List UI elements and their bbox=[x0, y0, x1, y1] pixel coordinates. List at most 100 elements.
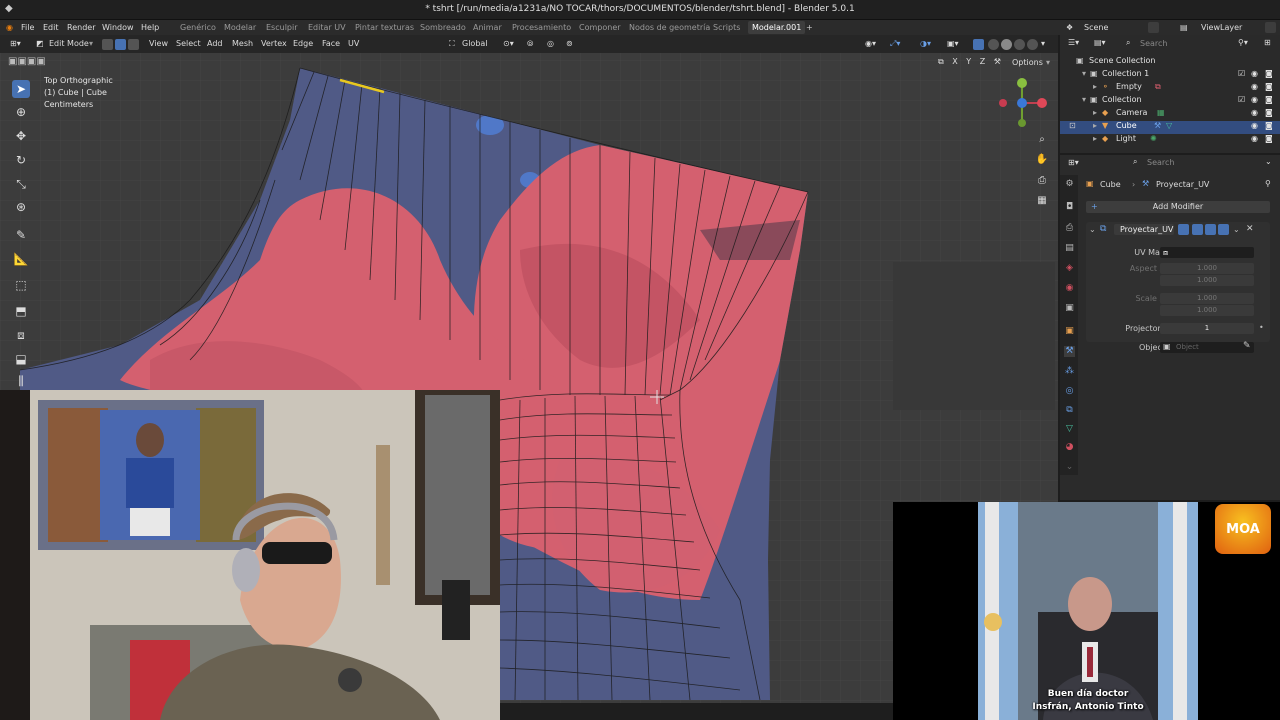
axis-y-toggle[interactable]: Y bbox=[966, 57, 971, 66]
viewport-toggle-icon[interactable] bbox=[1205, 224, 1216, 235]
workspace-tab[interactable]: Nodos de geometría bbox=[629, 23, 710, 32]
camera-render-icon[interactable]: ◙ bbox=[1265, 121, 1273, 130]
object-tab-icon[interactable]: ▣ bbox=[1064, 326, 1075, 337]
menu-uv[interactable]: UV bbox=[348, 39, 359, 48]
tools-icon[interactable]: ⚒ bbox=[994, 57, 1001, 66]
tool-tab-icon[interactable]: ⚙ bbox=[1064, 179, 1075, 190]
shading-options-icon[interactable]: ▾ bbox=[1041, 39, 1045, 48]
properties-search-input[interactable]: Search bbox=[1147, 158, 1174, 167]
bevel-icon[interactable]: ⬓ bbox=[12, 350, 30, 368]
workspace-tab[interactable]: Scripts bbox=[713, 23, 740, 32]
tab-arrow-icon[interactable]: ⌄ bbox=[1064, 462, 1075, 473]
pan-hand-icon[interactable]: ✋ bbox=[1035, 153, 1049, 167]
new-collection-icon[interactable]: ⊞ bbox=[1264, 38, 1271, 47]
eyedropper-icon[interactable]: ✎ bbox=[1243, 341, 1251, 351]
menu-view[interactable]: View bbox=[149, 39, 168, 48]
editor-type-icon[interactable]: ⊞▾ bbox=[10, 39, 21, 48]
axis-x-toggle[interactable]: X bbox=[952, 57, 957, 66]
collapse-icon[interactable]: ▸ bbox=[1093, 134, 1097, 143]
modifier-tab-icon[interactable]: ⚒ bbox=[1064, 346, 1075, 357]
gizmo-z-icon[interactable] bbox=[1017, 98, 1027, 108]
dropdown-icon[interactable]: ⌄ bbox=[1233, 225, 1240, 234]
constraints-tab-icon[interactable]: ⧉ bbox=[1064, 405, 1075, 416]
gizmo-x-icon[interactable] bbox=[1037, 98, 1047, 108]
camera-render-icon[interactable]: ◙ bbox=[1265, 108, 1273, 117]
keyframe-dot-icon[interactable]: • bbox=[1259, 323, 1264, 332]
workspace-tab[interactable]: Editar UV bbox=[308, 23, 346, 32]
edit-mode-toggle-icon[interactable] bbox=[1178, 224, 1189, 235]
outliner-search-input[interactable]: Search bbox=[1140, 39, 1167, 48]
new-viewlayer-icon[interactable] bbox=[1265, 22, 1276, 33]
eye-icon[interactable]: ◉ bbox=[1251, 121, 1258, 130]
menu-face[interactable]: Face bbox=[322, 39, 340, 48]
face-select-icon[interactable] bbox=[128, 39, 139, 50]
viewlayer-name[interactable]: ViewLayer bbox=[1201, 23, 1242, 32]
uv-map-field[interactable]: ⧈ bbox=[1160, 247, 1254, 258]
xray-icon[interactable]: ▣▾ bbox=[947, 39, 959, 48]
menu-vertex[interactable]: Vertex bbox=[261, 39, 287, 48]
gizmo-y-icon[interactable] bbox=[1017, 78, 1027, 88]
world-tab-icon[interactable]: ◉ bbox=[1064, 283, 1075, 294]
cursor-icon[interactable]: ⊕ bbox=[12, 103, 30, 121]
workspace-tab[interactable]: Pintar texturas bbox=[355, 23, 414, 32]
move-icon[interactable]: ✥ bbox=[12, 127, 30, 145]
outliner-row[interactable]: ▸ ⚬ Empty ⧉ ◉ ◙ bbox=[1060, 82, 1280, 95]
solid-shading-icon[interactable] bbox=[1001, 39, 1012, 50]
gizmo-icon[interactable]: ⤢▾ bbox=[890, 39, 900, 49]
blender-menu-icon[interactable]: ◉ bbox=[6, 23, 13, 32]
options-button[interactable]: Options bbox=[1012, 58, 1043, 67]
gizmo-neg-y-icon[interactable] bbox=[1018, 119, 1026, 127]
visibility-icon[interactable]: ◉▾ bbox=[865, 39, 876, 48]
camera-render-icon[interactable]: ◙ bbox=[1265, 95, 1273, 104]
measure-icon[interactable]: 📐 bbox=[12, 250, 30, 268]
collapse-icon[interactable]: ▸ bbox=[1093, 82, 1097, 91]
collapse-icon[interactable]: ⌄ bbox=[1089, 225, 1096, 234]
scene-name[interactable]: Scene bbox=[1084, 23, 1108, 32]
eye-icon[interactable]: ◉ bbox=[1251, 95, 1258, 104]
add-workspace-icon[interactable]: + bbox=[806, 23, 813, 32]
eye-icon[interactable]: ◉ bbox=[1251, 108, 1258, 117]
eye-icon[interactable]: ◉ bbox=[1251, 69, 1258, 78]
new-scene-icon[interactable] bbox=[1148, 22, 1159, 33]
outliner-row[interactable]: ▾ ▣ Collection 1 ☑ ◉ ◙ bbox=[1060, 69, 1280, 82]
extrude-icon[interactable]: ⬒ bbox=[12, 302, 30, 320]
output-tab-icon[interactable]: ⎙ bbox=[1064, 223, 1075, 234]
scale-x-field[interactable]: 1.000 bbox=[1160, 293, 1254, 304]
add-cube-icon[interactable]: ⬚ bbox=[12, 276, 30, 294]
axis-z-toggle[interactable]: Z bbox=[980, 57, 985, 66]
collapse-icon[interactable]: ▸ bbox=[1093, 108, 1097, 117]
ortho-grid-icon[interactable]: ▦ bbox=[1035, 194, 1049, 208]
overlay-icon[interactable]: ◑▾ bbox=[920, 39, 931, 48]
select-mode-icons[interactable]: ▣▣▣▣ bbox=[8, 56, 46, 67]
gizmo-neg-x-icon[interactable] bbox=[999, 99, 1007, 107]
add-modifier-button[interactable]: + Add Modifier bbox=[1086, 201, 1270, 213]
loop-cut-icon[interactable]: ⫼ bbox=[12, 372, 30, 390]
outliner-row-selected[interactable]: ⊡ ▸ ▼ Cube ⚒ ▽ ◉ ◙ bbox=[1060, 121, 1280, 134]
outliner-row[interactable]: ▣ Scene Collection bbox=[1060, 56, 1280, 69]
modifier-name-field[interactable]: Proyectar_UV bbox=[1114, 224, 1174, 235]
menu-window[interactable]: Window bbox=[102, 23, 134, 32]
display-mode-icon[interactable]: ▤▾ bbox=[1094, 38, 1106, 47]
orientation-select[interactable]: Global bbox=[462, 39, 488, 48]
scene-tab-icon[interactable]: ◈ bbox=[1064, 263, 1075, 274]
physics-tab-icon[interactable]: ◎ bbox=[1064, 386, 1075, 397]
camera-view-icon[interactable]: ⎙ bbox=[1035, 174, 1049, 188]
close-icon[interactable]: ✕ bbox=[1246, 224, 1254, 234]
rendered-shading-icon[interactable] bbox=[1027, 39, 1038, 50]
expand-icon[interactable]: ▾ bbox=[1082, 69, 1086, 78]
properties-editor-icon[interactable]: ⊞▾ bbox=[1068, 158, 1079, 167]
checkbox-icon[interactable]: ☑ bbox=[1238, 95, 1245, 104]
expand-icon[interactable]: ▾ bbox=[1082, 95, 1086, 104]
breadcrumb-object[interactable]: Cube bbox=[1100, 180, 1121, 189]
menu-edit[interactable]: Edit bbox=[43, 23, 59, 32]
inset-icon[interactable]: ⧈ bbox=[12, 326, 30, 344]
wireframe-shading-icon[interactable] bbox=[988, 39, 999, 50]
menu-select[interactable]: Select bbox=[176, 39, 201, 48]
aspect-y-field[interactable]: 1.000 bbox=[1160, 275, 1254, 286]
select-box-icon[interactable]: ➤ bbox=[12, 80, 30, 98]
camera-render-icon[interactable]: ◙ bbox=[1265, 82, 1273, 91]
vertex-select-icon[interactable] bbox=[102, 39, 113, 50]
scale-icon[interactable]: ⤡ bbox=[12, 175, 30, 193]
camera-render-icon[interactable]: ◙ bbox=[1265, 134, 1273, 143]
eye-icon[interactable]: ◉ bbox=[1251, 82, 1258, 91]
